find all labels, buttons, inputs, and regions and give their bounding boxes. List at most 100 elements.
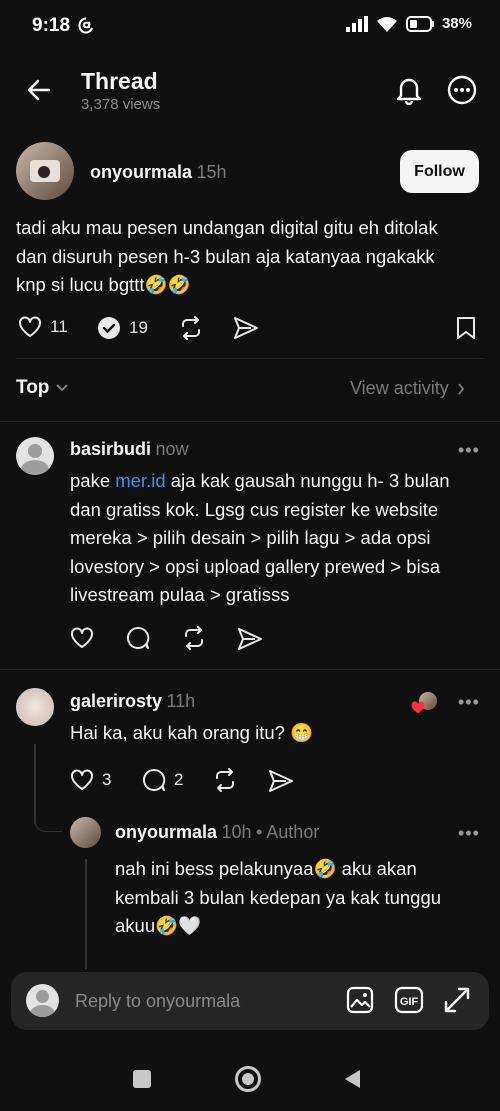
post-username[interactable]: onyourmala	[90, 162, 192, 182]
reply-username[interactable]: galerirosty	[70, 691, 162, 711]
reply-time: now	[155, 439, 189, 459]
reply-more-button[interactable]: •••	[458, 692, 480, 713]
reply-text: Hai ka, aku kah orang itu? 😁	[70, 722, 314, 743]
expand-button[interactable]	[443, 986, 471, 1014]
status-time: 9:18	[32, 15, 71, 36]
gif-icon: GIF	[394, 986, 424, 1014]
expand-icon	[444, 987, 470, 1013]
bookmark-button[interactable]	[456, 316, 476, 340]
heart-icon	[19, 316, 41, 337]
view-count: 3,378 views	[81, 96, 161, 113]
repost-count: 19	[129, 318, 148, 337]
post-header: onyourmala 15h	[90, 162, 227, 183]
share-button[interactable]	[237, 627, 263, 651]
reply-username[interactable]: basirbudi	[70, 439, 151, 459]
status-icons: 38%	[345, 15, 472, 32]
reposted-check-icon	[98, 317, 120, 339]
like-count: 3	[102, 770, 112, 789]
liked-by-author-badge	[411, 690, 439, 714]
avatar	[26, 984, 59, 1017]
sort-dropdown[interactable]: Top	[16, 377, 69, 399]
signal-icon	[345, 15, 368, 32]
reply-text: nah ini bess pelakunyaa🤣 aku akan kembal…	[115, 858, 442, 936]
bookmark-icon	[457, 317, 475, 339]
repost-icon	[216, 768, 234, 792]
bell-icon	[396, 78, 422, 105]
system-navbar	[0, 1040, 500, 1111]
reply-header: basirbudi now	[70, 439, 189, 460]
send-icon	[269, 770, 293, 792]
wifi-icon	[376, 16, 397, 32]
reply-time: 11h	[166, 691, 196, 711]
reply-username[interactable]: onyourmala	[115, 822, 217, 842]
repost-button[interactable]	[178, 315, 204, 341]
red-heart-icon	[411, 701, 425, 714]
image-button[interactable]	[346, 986, 374, 1014]
battery-percent: 38%	[441, 15, 472, 32]
view-activity-link[interactable]: View activity	[350, 378, 465, 399]
avatar[interactable]	[70, 817, 101, 848]
reply-text: pake mer.id aja kak gausah nunggu h- 3 b…	[70, 467, 470, 610]
reply-header: galerirosty 11h	[70, 691, 195, 712]
post-time: 15h	[196, 162, 227, 182]
reply-time: 10h	[221, 822, 252, 842]
comment-count: 2	[174, 770, 184, 789]
author-tag: • Author	[255, 822, 320, 842]
reply-header: onyourmala 10h • Author	[115, 822, 319, 843]
notification-button[interactable]	[395, 75, 423, 105]
comment-icon	[143, 768, 166, 791]
more-options-button[interactable]	[447, 75, 477, 105]
status-bar: 9:18 38%	[0, 0, 500, 52]
battery-icon	[405, 15, 434, 32]
heart-icon	[71, 769, 93, 790]
gif-button[interactable]: GIF	[394, 986, 424, 1014]
chevron-down-icon	[56, 384, 69, 392]
svg-text:GIF: GIF	[400, 996, 419, 1008]
repost-button[interactable]	[212, 767, 238, 793]
more-circle-icon	[447, 75, 477, 105]
threads-logo-icon	[78, 17, 94, 34]
repost-icon	[185, 626, 203, 650]
back-triangle-icon[interactable]	[344, 1069, 362, 1089]
image-icon	[346, 986, 374, 1014]
reply-text-prefix: pake	[70, 470, 116, 491]
thread-line	[85, 859, 87, 969]
thread-line	[34, 744, 36, 824]
page-title: Thread	[81, 68, 158, 94]
repost-count-button[interactable]: 19	[97, 316, 148, 340]
heart-icon	[71, 627, 93, 648]
sort-label: Top	[16, 377, 50, 398]
share-button[interactable]	[268, 769, 294, 793]
thread-connector	[34, 818, 62, 832]
reply-more-button[interactable]: •••	[458, 823, 480, 844]
reply-link[interactable]: mer.id	[115, 470, 165, 491]
divider	[16, 358, 484, 359]
view-activity-label: View activity	[350, 378, 449, 398]
like-button[interactable]: 11	[18, 316, 68, 338]
send-icon	[238, 628, 262, 650]
comment-icon	[127, 626, 150, 649]
comment-button[interactable]: 2	[142, 768, 183, 792]
send-icon	[234, 317, 258, 339]
comment-button[interactable]	[126, 626, 150, 650]
post-text: tadi aku mau pesen undangan digital gitu…	[16, 217, 438, 295]
recents-square-icon[interactable]	[133, 1070, 151, 1088]
avatar[interactable]	[16, 688, 54, 726]
divider	[0, 421, 500, 422]
back-arrow-icon	[27, 79, 51, 101]
share-button[interactable]	[233, 316, 259, 340]
follow-button[interactable]: Follow	[400, 150, 479, 193]
repost-button[interactable]	[181, 625, 207, 651]
avatar[interactable]	[16, 437, 54, 475]
back-button[interactable]	[26, 77, 52, 103]
like-count: 11	[50, 317, 68, 336]
divider	[0, 669, 500, 670]
repost-icon	[182, 316, 200, 340]
avatar[interactable]	[16, 142, 74, 200]
home-circle-icon[interactable]	[235, 1066, 261, 1092]
reply-more-button[interactable]: •••	[458, 440, 480, 461]
reply-input[interactable]: Reply to onyourmala	[75, 991, 240, 1012]
chevron-right-icon	[458, 382, 464, 395]
like-button[interactable]	[70, 627, 94, 649]
like-button[interactable]: 3	[70, 769, 111, 791]
